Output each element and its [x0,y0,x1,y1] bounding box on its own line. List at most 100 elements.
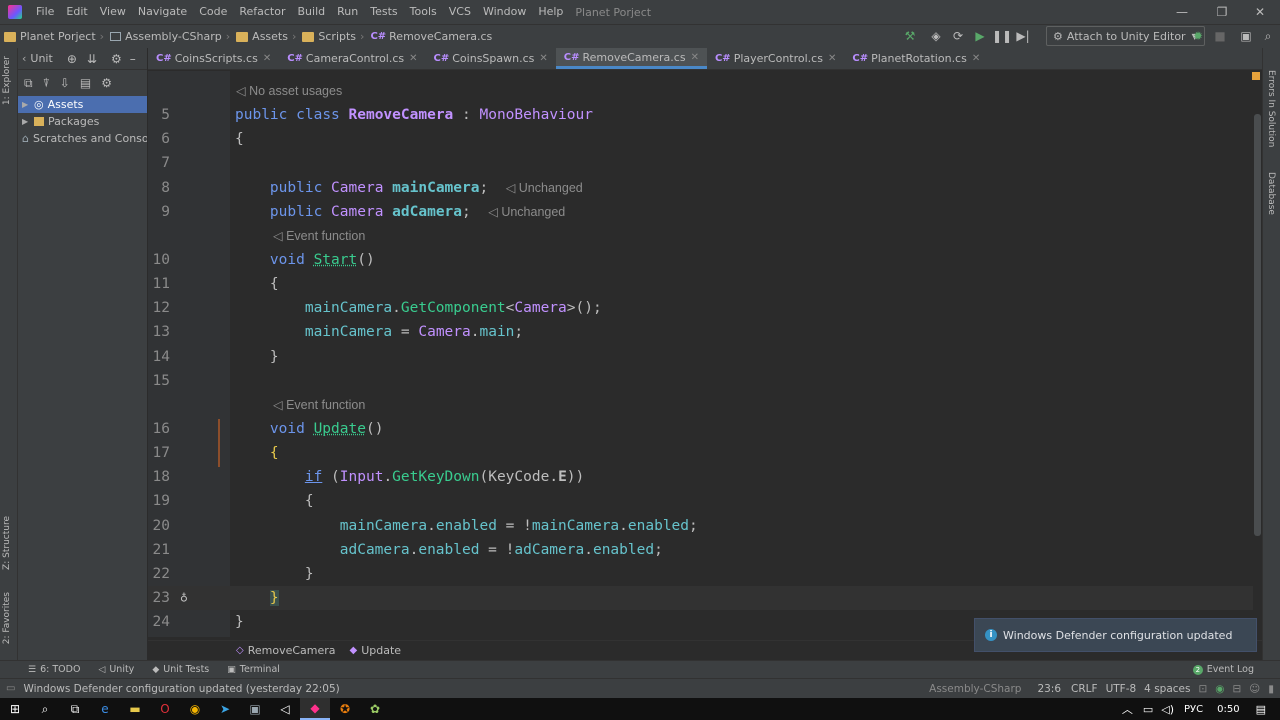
run-configuration-select[interactable]: ⚙ Attach to Unity Editor ▼ [1046,26,1205,46]
menu-window[interactable]: Window [477,0,532,24]
menu-run[interactable]: Run [331,0,364,24]
event-log-tool-button[interactable]: 2 Event Log [1192,664,1254,675]
menu-help[interactable]: Help [532,0,569,24]
asset-usages-hint[interactable]: ◁ No asset usages [236,81,342,101]
breadcrumb-class[interactable]: RemoveCamera [248,644,336,657]
volume-icon[interactable]: ◁) [1161,703,1174,716]
nav-crumb-project[interactable]: Planet Porject › [0,30,106,43]
app-icon[interactable]: ▣ [240,698,270,720]
tab-coinsscripts[interactable]: C# CoinsScripts.cs ✕ [148,48,279,69]
status-line-separator[interactable]: CRLF [1071,683,1098,695]
event-function-hint[interactable]: ◁ Event function [273,395,365,415]
tree-item-scratches[interactable]: ⌂Scratches and Consoles [18,130,147,147]
menu-edit[interactable]: Edit [60,0,93,24]
notification-balloon[interactable]: i Windows Defender configuration updated [974,618,1257,652]
inspection-status-icon[interactable] [1252,72,1260,80]
status-message[interactable]: Windows Defender configuration updated (… [23,683,339,695]
tree-item-packages[interactable]: ▶ Packages [18,113,147,130]
tab-coinsspawn[interactable]: C# CoinsSpawn.cs ✕ [426,48,556,69]
telegram-icon[interactable]: ➤ [210,698,240,720]
language-indicator[interactable]: РУС [1184,704,1203,715]
chrome-icon[interactable]: ◉ [180,698,210,720]
memory-indicator-icon[interactable]: ▮ [1268,683,1274,695]
close-tab-icon[interactable]: ✕ [828,53,836,64]
network-icon[interactable]: ▭ [1143,703,1153,716]
nav-crumb-assembly[interactable]: Assembly-CSharp › [106,30,232,43]
settings-icon[interactable]: ⚙ [101,76,112,90]
task-view-icon[interactable]: ⧉ [60,698,90,720]
menu-tests[interactable]: Tests [364,0,403,24]
file-explorer-icon[interactable]: ▬ [120,698,150,720]
stop-icon[interactable]: ■ [1210,24,1230,48]
menu-file[interactable]: File [30,0,60,24]
favorites-stripe-button[interactable]: 2: Favorites [2,592,12,644]
app-icon-2[interactable]: ✿ [360,698,390,720]
menu-build[interactable]: Build [292,0,332,24]
windows-start-icon[interactable]: ⊞ [0,698,30,720]
clock[interactable]: 0:50 [1217,704,1239,715]
tab-cameracontrol[interactable]: C# CameraControl.cs ✕ [279,48,425,69]
close-window-button[interactable]: ✕ [1240,0,1280,24]
lock-icon[interactable]: ⊡ [1198,683,1207,695]
panel-toggle-icon[interactable]: ▭ [6,683,15,694]
nav-crumb-file[interactable]: C# RemoveCamera.cs [366,30,494,43]
status-assembly[interactable]: Assembly-CSharp [929,683,1021,695]
maximize-button[interactable]: ❐ [1202,0,1242,24]
expand-arrow-icon[interactable]: ▶ [22,117,34,126]
step-icon[interactable]: ▶| [1013,24,1033,48]
opera-icon[interactable]: O [150,698,180,720]
close-tab-icon[interactable]: ✕ [972,53,980,64]
database-stripe-button[interactable]: Database [1266,172,1276,215]
todo-tool-button[interactable]: ☰ 6: TODO [28,664,80,675]
inspector-icon[interactable]: ☺ [1249,683,1260,695]
preview-icon[interactable]: ▤ [80,76,91,90]
show-all-files-icon[interactable]: ⧉ [24,76,33,91]
close-tab-icon[interactable]: ✕ [539,53,547,64]
terminal-tool-button[interactable]: ▣ Terminal [227,664,280,675]
breadcrumb-method[interactable]: Update [361,644,401,657]
build-hammer-icon[interactable]: ⚒ [900,24,920,48]
menu-code[interactable]: Code [193,0,233,24]
solution-status-icon[interactable]: ◉ [1215,683,1224,695]
filter-icon[interactable]: ⍒ [43,76,50,91]
locate-icon[interactable]: ⊕ [67,52,77,66]
search-everywhere-icon[interactable]: ⌕ [1258,24,1278,48]
close-tab-icon[interactable]: ✕ [691,52,699,63]
menu-view[interactable]: View [94,0,132,24]
explorer-stripe-button[interactable]: 1: Explorer [2,56,12,105]
unity-icon[interactable]: ◈ [926,24,946,48]
menu-tools[interactable]: Tools [404,0,443,24]
chevron-left-icon[interactable]: ‹ [22,52,26,65]
search-icon[interactable]: ⌕ [30,698,60,720]
lightbulb-icon[interactable]: ♁ [180,586,188,610]
unchanged-hint[interactable]: ◁ Unchanged [506,181,583,195]
status-caret-position[interactable]: 23:6 [1037,683,1061,695]
edge-icon[interactable]: e [90,698,120,720]
close-tab-icon[interactable]: ✕ [409,53,417,64]
readonly-icon[interactable]: ⊟ [1232,683,1241,695]
explorer-view-select[interactable]: Unit [30,52,52,65]
tab-playercontrol[interactable]: C# PlayerControl.cs ✕ [707,48,844,69]
errors-in-solution-stripe-button[interactable]: Errors In Solution [1266,70,1276,147]
unit-tests-tool-button[interactable]: ◆ Unit Tests [152,664,209,675]
refresh-icon[interactable]: ⟳ [948,24,968,48]
structure-stripe-button[interactable]: Z: Structure [2,516,12,570]
nav-crumb-scripts[interactable]: Scripts › [298,30,366,43]
expand-arrow-icon[interactable]: ▶ [22,100,34,109]
menu-navigate[interactable]: Navigate [132,0,193,24]
notifications-icon[interactable]: ▤ [1256,703,1266,716]
unity-tool-button[interactable]: ◁ Unity [98,664,134,675]
menu-vcs[interactable]: VCS [443,0,477,24]
scrollbar-thumb[interactable] [1254,114,1261,536]
play-icon[interactable]: ▶ [970,24,990,48]
tree-item-assets[interactable]: ▶ ◎ Assets [18,96,147,113]
tab-planetrotation[interactable]: C# PlanetRotation.cs ✕ [844,48,988,69]
menu-refactor[interactable]: Refactor [233,0,291,24]
blender-icon[interactable]: ✪ [330,698,360,720]
debug-bug-icon[interactable]: ✹ [1188,24,1208,48]
unchanged-hint[interactable]: ◁ Unchanged [488,205,565,219]
collapse-all-icon[interactable]: ⇊ [87,52,97,66]
close-tab-icon[interactable]: ✕ [263,53,271,64]
code-editor[interactable]: ◁ No asset usages 5 public class RemoveCa… [148,71,1253,637]
tray-chevron-icon[interactable]: ︿ [1122,701,1133,717]
